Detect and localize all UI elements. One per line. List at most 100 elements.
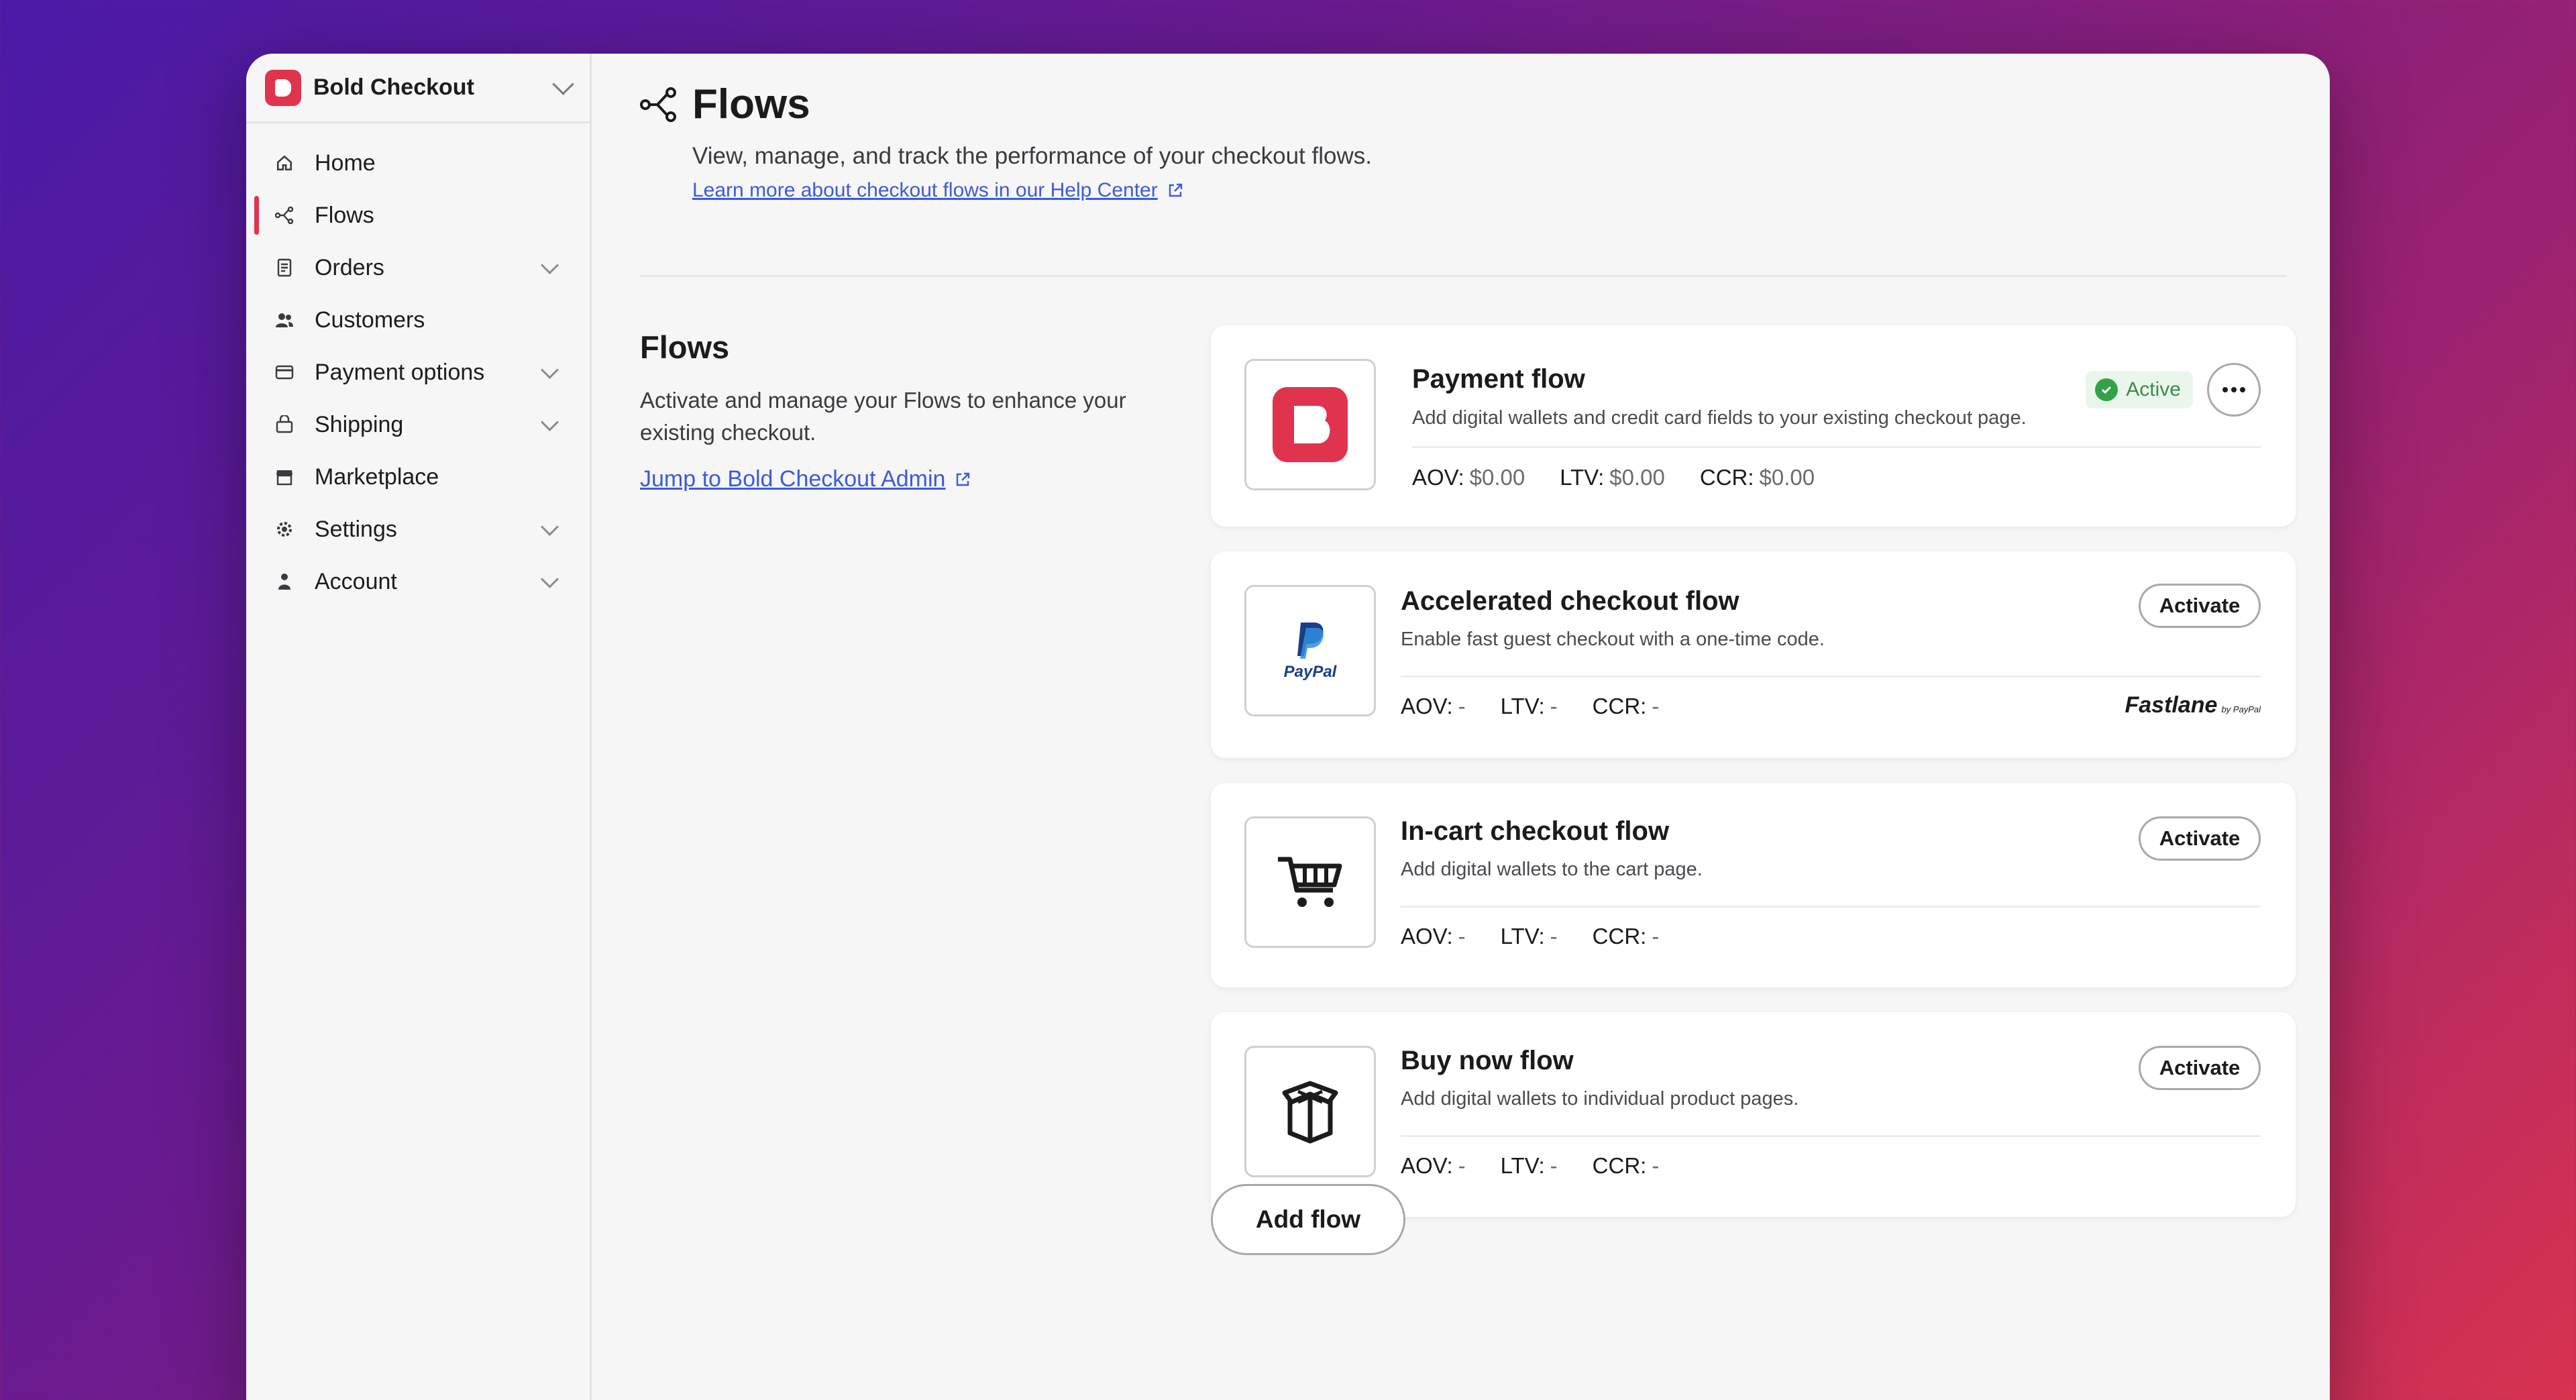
external-link-icon xyxy=(1169,183,1182,197)
shipping-icon xyxy=(274,415,294,435)
sidebar-item-label: Account xyxy=(315,568,397,594)
aov-value: - xyxy=(1458,694,1466,718)
divider xyxy=(1401,676,2261,678)
app-window: Bold Checkout Home Flows Orders Customer… xyxy=(246,54,2330,1400)
fastlane-by-label: by PayPal xyxy=(2221,704,2261,714)
cart-icon xyxy=(1244,816,1376,948)
ccr-value: - xyxy=(1652,694,1660,718)
activate-button[interactable]: Activate xyxy=(2139,1046,2261,1090)
flow-metrics: AOV: - LTV: - CCR: - xyxy=(1401,694,1694,719)
ltv-label: LTV: xyxy=(1500,924,1545,949)
chevron-down-icon xyxy=(541,517,559,536)
fastlane-logo: Fastlane by PayPal xyxy=(2125,692,2261,718)
flow-cards: Payment flow Add digital wallets and cre… xyxy=(1211,325,2296,1242)
aov-value: - xyxy=(1458,924,1466,949)
help-center-link-label: Learn more about checkout flows in our H… xyxy=(692,179,1158,201)
more-actions-button[interactable] xyxy=(2207,363,2261,417)
chevron-down-icon xyxy=(541,256,559,274)
orders-icon xyxy=(274,258,294,278)
sidebar-item-label: Settings xyxy=(315,516,397,542)
ltv-label: LTV: xyxy=(1560,465,1605,490)
activate-button[interactable]: Activate xyxy=(2139,584,2261,628)
divider xyxy=(1412,446,2261,448)
ccr-label: CCR: xyxy=(1592,1153,1647,1178)
sidebar-item-marketplace[interactable]: Marketplace xyxy=(246,451,590,503)
sidebar-item-payment-options[interactable]: Payment options xyxy=(246,346,590,398)
status-label: Active xyxy=(2126,378,2181,400)
sidebar-item-label: Home xyxy=(315,150,376,176)
payment-options-icon xyxy=(274,362,294,382)
flow-metrics: AOV: $0.00 LTV: $0.00 CCR: $0.00 xyxy=(1412,465,1849,490)
flow-description: Add digital wallets to individual produc… xyxy=(1401,1088,1799,1110)
settings-icon xyxy=(274,519,294,539)
chevron-down-icon xyxy=(541,360,559,379)
add-flow-button[interactable]: Add flow xyxy=(1211,1184,1405,1255)
divider xyxy=(1401,906,2261,908)
sidebar-item-label: Shipping xyxy=(315,411,404,437)
sidebar-item-label: Orders xyxy=(315,254,384,280)
admin-link[interactable]: Jump to Bold Checkout Admin xyxy=(640,466,1177,492)
status-badge: Active xyxy=(2086,371,2193,409)
paypal-logo-icon: PayPal xyxy=(1244,585,1376,716)
sidebar-item-flows[interactable]: Flows xyxy=(246,189,590,241)
sidebar-item-home[interactable]: Home xyxy=(246,137,590,189)
flow-card-payment: Payment flow Add digital wallets and cre… xyxy=(1211,325,2296,527)
ccr-value: - xyxy=(1652,1153,1660,1178)
ltv-value: - xyxy=(1550,694,1558,718)
page-header: Flows View, manage, and track the perfor… xyxy=(640,80,2287,277)
sidebar-item-customers[interactable]: Customers xyxy=(246,294,590,346)
admin-link-label: Jump to Bold Checkout Admin xyxy=(640,466,946,492)
flows-icon xyxy=(640,87,676,122)
flow-description: Add digital wallets to the cart page. xyxy=(1401,859,1703,880)
sidebar-item-label: Marketplace xyxy=(315,464,439,490)
marketplace-icon xyxy=(274,467,294,487)
aov-label: AOV: xyxy=(1401,694,1453,718)
sidebar-item-settings[interactable]: Settings xyxy=(246,503,590,555)
home-icon xyxy=(274,153,294,173)
ltv-label: LTV: xyxy=(1500,1153,1545,1178)
customers-icon xyxy=(274,310,294,330)
help-center-link[interactable]: Learn more about checkout flows in our H… xyxy=(692,179,2287,202)
account-icon xyxy=(274,572,294,592)
paypal-logo-text: PayPal xyxy=(1283,663,1337,681)
page-subtitle: View, manage, and track the performance … xyxy=(692,143,1372,169)
sidebar-item-orders[interactable]: Orders xyxy=(246,241,590,294)
divider xyxy=(1401,1135,2261,1137)
section-description: Activate and manage your Flows to enhanc… xyxy=(640,388,1126,445)
external-link-icon xyxy=(957,472,970,486)
chevron-down-icon xyxy=(541,570,559,588)
ltv-value: - xyxy=(1550,924,1558,949)
flow-description: Enable fast guest checkout with a one-ti… xyxy=(1401,629,1825,650)
aov-label: AOV: xyxy=(1401,1153,1453,1178)
aov-label: AOV: xyxy=(1412,465,1464,490)
sidebar-item-label: Customers xyxy=(315,307,425,333)
sidebar: Bold Checkout Home Flows Orders Customer… xyxy=(246,54,592,1400)
flow-metrics: AOV: - LTV: - CCR: - xyxy=(1401,924,1694,949)
ltv-value: - xyxy=(1550,1153,1558,1178)
fastlane-label: Fastlane xyxy=(2125,692,2218,718)
activate-button[interactable]: Activate xyxy=(2139,816,2261,861)
app-switcher[interactable]: Bold Checkout xyxy=(246,54,590,123)
app-name: Bold Checkout xyxy=(313,74,474,100)
sidebar-item-account[interactable]: Account xyxy=(246,555,590,608)
chevron-down-icon xyxy=(552,73,574,95)
flow-title: Accelerated checkout flow xyxy=(1401,586,1739,616)
ellipsis-icon xyxy=(2222,387,2245,392)
flows-icon xyxy=(274,205,294,225)
sidebar-nav: Home Flows Orders Customers Payment opti… xyxy=(246,123,590,608)
ltv-value: $0.00 xyxy=(1609,465,1665,490)
flow-title: Buy now flow xyxy=(1401,1046,1574,1075)
flow-card-in-cart: In-cart checkout flow Add digital wallet… xyxy=(1211,783,2296,987)
ccr-label: CCR: xyxy=(1699,465,1754,490)
gift-box-icon xyxy=(1244,1046,1376,1177)
main-content: Flows View, manage, and track the perfor… xyxy=(592,54,2330,1400)
flow-card-accelerated: PayPal Accelerated checkout flow Enable … xyxy=(1211,551,2296,758)
flow-title: Payment flow xyxy=(1412,364,1585,394)
bold-logo-icon xyxy=(265,69,301,106)
ccr-label: CCR: xyxy=(1592,694,1647,718)
flow-title: In-cart checkout flow xyxy=(1401,816,1670,846)
flows-intro: Flows Activate and manage your Flows to … xyxy=(640,329,1177,492)
sidebar-item-shipping[interactable]: Shipping xyxy=(246,398,590,451)
section-title: Flows xyxy=(640,329,730,365)
bold-logo-icon xyxy=(1244,359,1376,490)
